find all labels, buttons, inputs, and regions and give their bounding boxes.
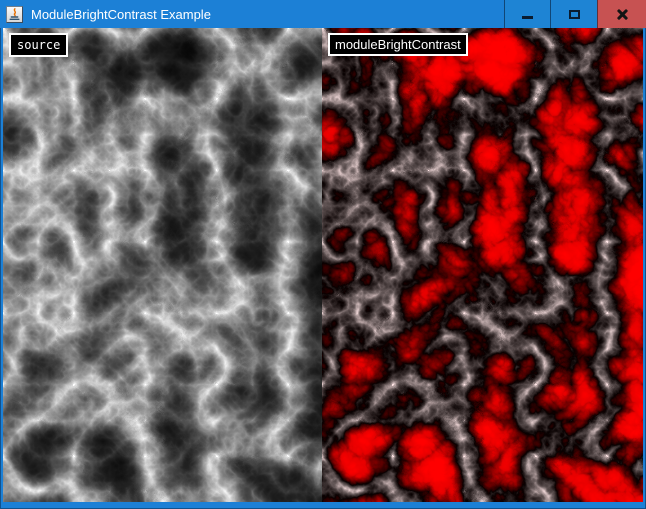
maximize-button[interactable] xyxy=(550,0,597,28)
module-bright-contrast-label: moduleBrightContrast xyxy=(328,33,468,56)
java-coffee-cup-icon[interactable] xyxy=(6,6,23,23)
window-title: ModuleBrightContrast Example xyxy=(31,7,211,22)
module-bright-contrast-image xyxy=(322,28,643,502)
java-coffee-cup-glyph xyxy=(8,8,21,21)
minimize-icon xyxy=(522,16,533,19)
minimize-button[interactable] xyxy=(504,0,550,28)
source-label: source xyxy=(9,33,68,57)
module-bright-contrast-panel: moduleBrightContrast xyxy=(322,28,643,502)
app-window: ModuleBrightContrast Example xyxy=(0,0,646,509)
source-image xyxy=(3,28,322,502)
close-button[interactable] xyxy=(597,0,646,28)
close-icon xyxy=(616,8,629,21)
window-controls xyxy=(504,0,646,28)
maximize-icon xyxy=(569,10,580,19)
source-image-panel: source xyxy=(3,28,322,502)
titlebar[interactable]: ModuleBrightContrast Example xyxy=(0,0,646,28)
content-area: source moduleBrightCont xyxy=(3,28,643,502)
